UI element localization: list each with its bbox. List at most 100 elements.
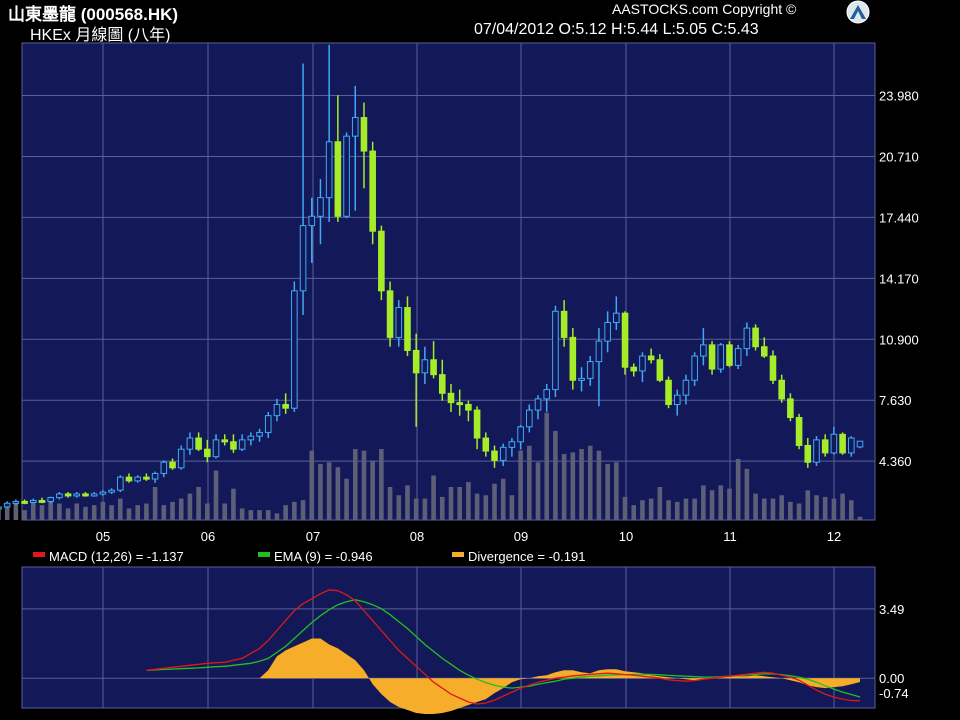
volume-bar	[91, 505, 97, 520]
price-y-tick-label: 4.360	[879, 454, 912, 469]
volume-bar	[213, 470, 219, 520]
divergence-legend-swatch	[452, 552, 464, 557]
volume-bar	[205, 503, 210, 520]
volume-bar	[814, 495, 819, 520]
candle-body-up	[552, 310, 559, 391]
candle-body-up	[212, 439, 220, 458]
divergence-legend-label: Divergence = -0.191	[468, 549, 585, 564]
volume-bar	[735, 458, 741, 520]
volume-bar	[587, 445, 593, 520]
candle-body-up	[613, 312, 620, 323]
candle-body-down	[430, 359, 437, 376]
macd-y-tick-label: 0.00	[879, 671, 904, 686]
volume-bar	[326, 462, 332, 520]
volume-bar	[274, 513, 280, 520]
candle-body-down	[282, 403, 289, 409]
volume-bar	[474, 493, 480, 520]
x-tick-label: 09	[514, 529, 528, 544]
candle-body-up	[604, 321, 611, 342]
candle-body-up	[134, 476, 142, 482]
volume-bar	[561, 454, 567, 520]
candle-body-down	[656, 359, 664, 381]
candle-body-up	[847, 437, 855, 454]
candle-body-down	[839, 433, 846, 454]
volume-bar	[570, 452, 576, 520]
macd-line	[146, 589, 861, 705]
candle-body-up	[517, 426, 524, 443]
macd-legend: MACD (12,26) = -1.137 EMA (9) = -0.946 D…	[33, 549, 585, 564]
volume-bar	[683, 498, 689, 520]
candle-body-up	[317, 197, 324, 217]
candle-body-down	[360, 117, 368, 152]
candle-body-down	[726, 344, 733, 366]
volume-bar	[753, 493, 758, 520]
candle-body-up	[299, 225, 307, 292]
candle-body-up	[421, 359, 429, 374]
volume-bar	[83, 506, 88, 520]
candle-body-up	[534, 398, 542, 411]
candle-body-down	[708, 344, 716, 370]
candle-body-down	[804, 444, 812, 463]
candle-body-up	[56, 493, 63, 499]
volume-bar	[231, 488, 236, 520]
candle-body-up	[351, 117, 359, 137]
volume-bar	[614, 462, 619, 520]
volume-bar	[744, 468, 750, 520]
candle-body-down	[778, 379, 785, 400]
candle-body-up	[526, 409, 533, 428]
volume-bar	[196, 487, 201, 520]
volume-bar	[187, 493, 193, 520]
volume-bar	[170, 501, 175, 520]
volume-bar	[152, 487, 158, 520]
price-y-tick-label: 20.710	[879, 149, 919, 164]
candle-body-up	[186, 437, 194, 450]
aastocks-logo-icon[interactable]	[844, 0, 872, 24]
candle-body-down	[412, 349, 420, 374]
candle-body-up	[273, 403, 281, 417]
candle-body-up	[3, 502, 11, 508]
candle-body-down	[143, 476, 150, 480]
volume-bar	[222, 503, 228, 520]
candle-body-down	[760, 346, 768, 357]
volume-bar	[135, 505, 141, 520]
volume-bar	[109, 505, 114, 520]
candle-body-down	[560, 310, 568, 338]
candle-body-down	[334, 141, 342, 217]
candle-body-up	[682, 379, 690, 396]
candle-body-up	[673, 394, 681, 405]
volume-bar	[370, 460, 375, 520]
volume-bar	[822, 496, 828, 520]
candle-body-down	[821, 439, 829, 454]
candle-body-down	[491, 450, 498, 461]
volume-bar	[178, 498, 184, 520]
volume-bar	[492, 483, 497, 520]
volume-bar	[857, 516, 863, 520]
candle-body-up	[151, 472, 159, 480]
candle-body-up	[47, 497, 54, 502]
candle-body-down	[447, 392, 455, 404]
volume-bar	[848, 500, 854, 520]
volume-bar	[500, 478, 506, 520]
candle-body-up	[395, 307, 403, 338]
volume-bar	[48, 496, 53, 520]
candle-body-down	[195, 437, 202, 450]
volume-bar	[761, 498, 767, 520]
volume-bar	[718, 485, 724, 520]
x-tick-label: 08	[410, 529, 424, 544]
volume-bar	[596, 450, 602, 520]
copyright-text[interactable]: AASTOCKS.com Copyright ©	[612, 1, 796, 17]
price-y-tick-label: 10.900	[879, 332, 919, 347]
candle-body-down	[404, 307, 411, 351]
ema-legend-swatch	[258, 552, 270, 557]
x-tick-label: 12	[827, 529, 841, 544]
divergence-area	[146, 638, 860, 714]
volume-bar	[361, 450, 367, 520]
volume-bar	[666, 500, 671, 520]
ema-legend-label: EMA (9) = -0.946	[274, 549, 373, 564]
price-grid	[22, 43, 875, 520]
volume-bar	[674, 501, 680, 520]
candle-body-up	[743, 327, 751, 350]
volume-bar	[352, 449, 358, 520]
candle-body-up	[595, 340, 603, 363]
volume-bar	[126, 508, 132, 520]
